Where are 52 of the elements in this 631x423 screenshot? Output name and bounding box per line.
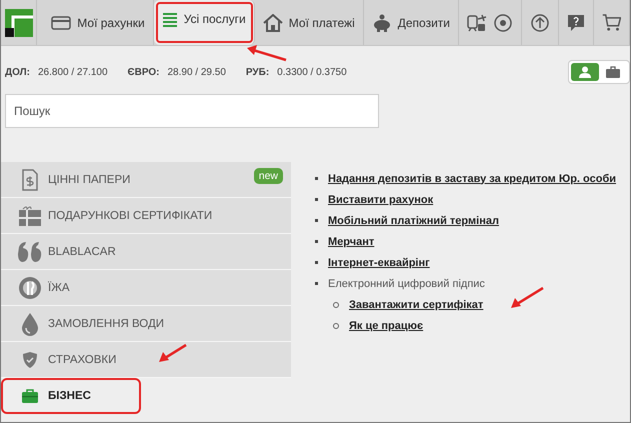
search-field[interactable]: Пошук <box>5 94 379 128</box>
service-link[interactable]: Мобільний платіжний термінал <box>328 214 499 226</box>
bullet-icon <box>315 177 318 180</box>
annotation-arrow <box>247 45 286 62</box>
category-item[interactable]: BLABLACAR <box>1 234 291 270</box>
quote-icon <box>16 240 42 262</box>
service-group-label: Електронний цифровий підпис <box>328 278 485 290</box>
train-plane-ball-icon <box>467 12 513 32</box>
bullet-icon <box>333 322 339 328</box>
bullet-icon <box>315 198 318 201</box>
list-icon <box>162 12 178 28</box>
briefcase-icon <box>606 66 620 78</box>
annotation-arrow <box>159 344 187 362</box>
piggy-bank-icon <box>372 14 392 32</box>
personal-toggle-button[interactable] <box>571 63 599 81</box>
service-link[interactable]: Інтернет-еквайрінг <box>328 256 430 268</box>
exchange-rate: 26.800 / 27.100 <box>38 66 108 78</box>
bullet-icon <box>315 261 318 264</box>
new-badge: new <box>254 168 283 184</box>
service-link[interactable]: Надання депозитів в заставу за кредитом Юр. особи <box>328 172 616 184</box>
exchange-rate: 28.90 / 29.50 <box>168 66 226 78</box>
bullet-icon <box>315 282 318 285</box>
category-item[interactable]: БІЗНЕС <box>1 378 141 414</box>
cart-icon <box>602 14 621 31</box>
category-item[interactable]: ЗАМОВЛЕННЯ ВОДИ <box>1 306 291 342</box>
document-dollar-icon <box>22 168 38 190</box>
nav-tab[interactable]: Усі послуги <box>154 0 255 45</box>
card-icon <box>51 16 72 30</box>
house-icon <box>262 14 283 32</box>
person-icon <box>579 66 591 78</box>
bullet-icon <box>315 219 318 222</box>
gift-icon <box>18 204 42 226</box>
currency-label: РУБ: <box>246 66 270 78</box>
service-link[interactable]: Мерчант <box>328 236 374 248</box>
plate-cutlery-icon <box>18 276 42 300</box>
bank-logo-icon[interactable] <box>4 8 33 36</box>
category-item[interactable]: СТРАХОВКИ <box>1 342 291 378</box>
category-item[interactable]: ПОДАРУНКОВІ СЕРТИФІКАТИ <box>1 198 291 234</box>
help-icon <box>567 14 585 32</box>
annotation-arrow <box>511 286 544 308</box>
currency-label: ДОЛ: <box>5 66 30 78</box>
exchange-rate: 0.3300 / 0.3750 <box>277 66 347 78</box>
bullet-icon <box>333 302 339 308</box>
category-item[interactable]: ЇЖА <box>1 270 291 306</box>
shield-check-icon <box>22 350 38 368</box>
currency-label: ЄВРО: <box>128 66 160 78</box>
water-drop-icon <box>20 312 38 336</box>
service-link[interactable]: Виставити рахунок <box>328 194 434 206</box>
service-link[interactable]: Як це працює <box>349 320 424 332</box>
service-link[interactable]: Завантажити сертифікат <box>349 298 484 310</box>
bullet-icon <box>315 240 318 243</box>
briefcase-icon <box>20 388 38 404</box>
